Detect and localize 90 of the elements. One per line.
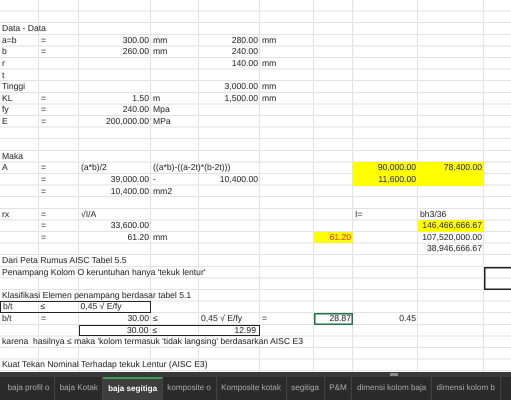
spreadsheet-cell-text: mm <box>152 34 168 46</box>
sheet-tab[interactable]: dimensi kolom b <box>432 377 501 400</box>
spreadsheet-cell-text: = <box>40 92 48 104</box>
spreadsheet-cell-text: 3,000.00 <box>224 81 259 93</box>
spreadsheet-cell-text: Data - Data <box>1 23 47 35</box>
spreadsheet-cell-text: 107,520,000.00 <box>421 232 483 244</box>
spreadsheet-cell-text: b/t <box>1 313 13 325</box>
spreadsheet-cell-text: 300.00 <box>122 34 150 46</box>
spreadsheet-cell-text: 1.50 <box>131 92 150 104</box>
spreadsheet-cell-text: 30.00 <box>126 313 150 325</box>
spreadsheet-cell-text: Maka <box>1 150 24 162</box>
spreadsheet-cell-text: ≤ <box>40 302 46 312</box>
spreadsheet-cell-text: 240.00 <box>230 46 259 58</box>
spreadsheet-cell-text: rx <box>1 208 10 220</box>
spreadsheet-cell-text: 10,400.00 <box>110 186 150 198</box>
spreadsheet-cell-text: A <box>1 162 9 174</box>
spreadsheet-cell-text: 200,000.00 <box>104 116 150 128</box>
sheet-tab[interactable]: baja segitiga <box>103 377 163 400</box>
spreadsheet-cell-text: Dari Peta Rumus AISC Tabel 5.5 <box>1 255 128 267</box>
spreadsheet-cell-text: r <box>1 58 6 70</box>
spreadsheet-cell-text: = <box>40 46 48 58</box>
spreadsheet-cell-text: = <box>40 232 48 244</box>
spreadsheet-cell-text: = <box>40 186 48 198</box>
spreadsheet-cell-text: = <box>40 174 48 186</box>
sheet-tab[interactable]: segitiga <box>286 377 325 400</box>
spreadsheet-cell-text: t <box>1 70 6 82</box>
spreadsheet-cell-text: ≤ <box>152 313 159 325</box>
spreadsheet-cell-text: ≤ <box>152 326 158 336</box>
spreadsheet-cell-text: a=b <box>1 34 18 46</box>
spreadsheet-cell: 78,400.00 <box>418 162 484 174</box>
sheet-tab[interactable]: komposite o <box>162 377 217 400</box>
spreadsheet-cell-text: I= <box>354 208 364 220</box>
spreadsheet-cell-text: Penampang Kolom O keruntuhan hanya 'tekuk lentur' <box>1 266 206 278</box>
spreadsheet-cell-text: 0.45 <box>398 313 417 325</box>
spreadsheet-cell-text: - <box>152 174 157 186</box>
spreadsheet-cell-text: Mpa <box>152 104 171 116</box>
spreadsheet-cell-text: 0,45 √ E/fy <box>200 313 244 325</box>
spreadsheet-cell-text: 61.20 <box>126 232 150 244</box>
spreadsheet-cell-text: = <box>40 116 48 128</box>
spreadsheet-cell-text: fy <box>1 104 10 116</box>
spreadsheet-cell-text: mm <box>261 81 278 93</box>
spreadsheet-cell: 90,000.00 <box>353 162 418 174</box>
spreadsheet-cell-text: 1,500.00 <box>224 92 259 104</box>
spreadsheet-cell-text: = <box>261 313 268 325</box>
spreadsheet-cell-text: ((a*b)-((a-2t)*(b-2t))) <box>152 162 232 174</box>
spreadsheet-cell: 61.20 <box>314 232 353 244</box>
sheet-tab[interactable]: P&M <box>324 377 352 400</box>
spreadsheet-cell-text: E <box>1 116 9 128</box>
spreadsheet-cell-text: b <box>1 46 8 58</box>
spreadsheet-cell-text: bh3/36 <box>419 208 448 220</box>
sheet-tab[interactable]: dimensi kolom baja <box>352 377 432 400</box>
spreadsheet-cell-text: 12.99 <box>233 326 257 336</box>
spreadsheet-cell: 28.87 <box>314 313 353 325</box>
spreadsheet-cell-text: 0,45 √ E/fy <box>80 302 123 312</box>
spreadsheet-cell-text: 260.00 <box>122 46 150 58</box>
spreadsheet-cell-text: m <box>152 92 162 104</box>
spreadsheet-cell-text: 30.00 <box>126 326 150 336</box>
spreadsheet-cell-text: 240.00 <box>122 104 150 116</box>
spreadsheet-cell-text: = <box>40 208 48 220</box>
spreadsheet-cell-text: MPa <box>152 116 172 128</box>
spreadsheet-cell-text: mm2 <box>152 186 174 198</box>
spreadsheet-cell-text: mm <box>261 34 278 46</box>
spreadsheet-cell-text: = <box>40 313 48 325</box>
spreadsheet-cell-text: = <box>40 104 48 116</box>
spreadsheet-cell-text: mm <box>261 58 278 70</box>
spreadsheet-cell-text: KL <box>1 92 14 104</box>
spreadsheet-cell-text: 38,946,666.67 <box>426 243 483 256</box>
spreadsheet-cell-text: Kuat Tekan Nominal Terhadap tekuk Lentur (AISC E3) <box>1 359 209 371</box>
spreadsheet-cell-text: 280.00 <box>230 34 259 46</box>
resize-handle[interactable] <box>390 373 398 376</box>
spreadsheet-cell-text: 39,000.00 <box>110 174 150 186</box>
spreadsheet-cell-text: 10,400.00 <box>218 174 259 186</box>
spreadsheet-cell: 146,466,666.67 <box>418 220 484 232</box>
spreadsheet-cell-text: = <box>40 34 48 46</box>
spreadsheet-cell-text: b/t <box>2 302 14 312</box>
spreadsheet-cell-text: 33,600.00 <box>110 220 150 232</box>
spreadsheet-cell-text: mm <box>261 92 278 104</box>
spreadsheet-cell-text: √I/A <box>80 208 98 220</box>
spreadsheet-cell-text: mm <box>152 232 168 244</box>
spreadsheet-cell: 11,600.00 <box>353 174 418 186</box>
spreadsheet-cell-text: Tinggi <box>1 81 26 93</box>
spreadsheet-cell-text: Klasifikasi Elemen penampang berdasar tabel 5.1 <box>1 290 192 302</box>
sheet-tab[interactable]: Komposite kotak <box>216 377 287 400</box>
spreadsheet-cell-text: (a*b)/2 <box>80 162 108 174</box>
spreadsheet-cell-text: 140.00 <box>230 58 259 70</box>
spreadsheet-cell-text: = <box>40 220 48 232</box>
spreadsheet-cell-text: karena hasilnya ≤ maka 'kolom termasuk 'tidak langsing' berdasarkan AISC E3 <box>1 336 304 348</box>
sheet-tab[interactable]: baja profil o <box>3 377 56 400</box>
spreadsheet-cell-text: mm <box>152 46 168 58</box>
spreadsheet-cell-text: = <box>40 162 48 174</box>
